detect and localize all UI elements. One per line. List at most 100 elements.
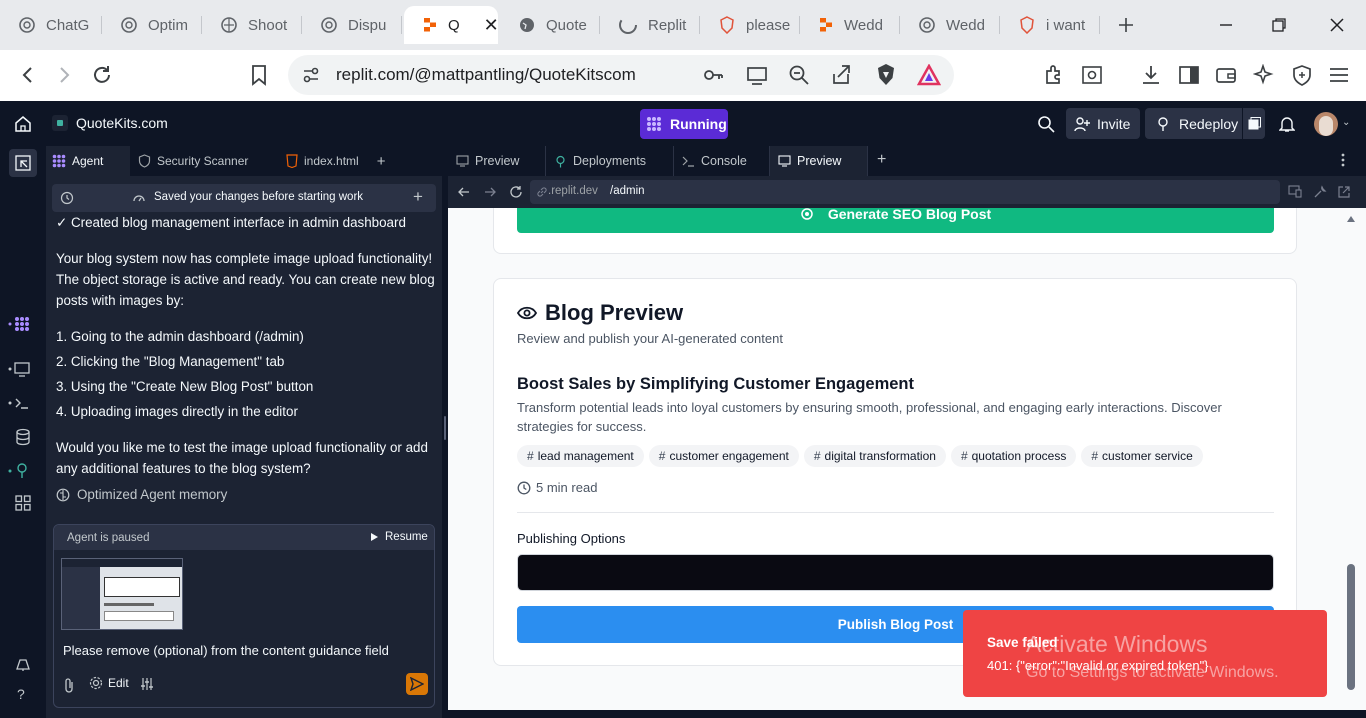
tag-chip: # quotation process (950, 445, 1077, 467)
memory-note: Optimized Agent memory (56, 484, 436, 505)
reload-icon[interactable] (509, 185, 523, 199)
browser-tab[interactable]: Shoot (202, 6, 302, 44)
tab-deployments[interactable]: Deployments (546, 146, 674, 176)
browser-tab[interactable]: Wedd (900, 6, 1000, 44)
extensions-icon[interactable] (1041, 62, 1067, 88)
tab-preview-active[interactable]: Preview (770, 146, 868, 176)
brave-rewards-icon[interactable] (916, 62, 942, 88)
browser-tab[interactable]: Optim (102, 6, 202, 44)
close-icon[interactable]: ✕ (484, 15, 498, 36)
redeploy-button[interactable]: Redeploy (1145, 108, 1242, 139)
agent-nav-icon[interactable] (8, 316, 30, 332)
console-nav-icon[interactable] (8, 395, 30, 411)
wallet-icon[interactable] (1213, 62, 1239, 88)
search-icon[interactable] (1033, 111, 1059, 137)
memory-note-text: Optimized Agent memory (77, 487, 228, 502)
apps-grid-icon[interactable] (15, 495, 31, 511)
settings-sliders-icon[interactable] (140, 677, 154, 691)
history-icon[interactable] (60, 191, 74, 205)
site-settings-icon[interactable] (298, 62, 324, 88)
sidebar-icon[interactable] (1176, 62, 1202, 88)
avatar[interactable] (1314, 112, 1338, 136)
publishing-options-select[interactable] (517, 554, 1274, 591)
browser-tab[interactable]: ChatG (0, 6, 102, 44)
message-input[interactable]: Please remove (optional) from the conten… (63, 643, 389, 658)
tab-console[interactable]: Console (674, 146, 770, 176)
preview-scrollbar[interactable] (1345, 208, 1357, 710)
toggle-panel-icon[interactable] (9, 149, 37, 177)
cast-icon[interactable] (744, 62, 770, 88)
chatgpt-icon (120, 16, 138, 34)
chat-line: ✓ Created blog management interface in a… (56, 215, 406, 230)
leo-ai-icon[interactable] (1251, 62, 1277, 88)
browser-tab[interactable]: please (700, 6, 800, 44)
preview-tab-bar: Preview Deployments Console Preview + (448, 146, 1366, 176)
home-icon[interactable] (10, 111, 36, 137)
generate-seo-button[interactable]: Generate SEO Blog Post (517, 208, 1274, 233)
gear-icon (89, 676, 103, 690)
bookmark-icon[interactable] (246, 62, 272, 88)
help-icon[interactable]: ? (17, 686, 25, 702)
browser-tab[interactable]: Replit (600, 6, 700, 44)
new-tab-button[interactable] (1111, 10, 1141, 40)
browser-tab[interactable]: Wedd (800, 6, 900, 44)
add-tab-icon[interactable]: + (877, 151, 886, 169)
open-external-icon[interactable] (1337, 185, 1351, 199)
browser-tab-active[interactable]: Q ✕ (404, 6, 498, 44)
minimize-button[interactable] (1211, 10, 1241, 40)
replit-agent-icon (646, 116, 662, 132)
preview-nav-icon[interactable] (8, 361, 30, 377)
zoom-icon[interactable] (786, 62, 812, 88)
deployments-nav-icon[interactable] (8, 462, 30, 480)
browser-tab-strip: ChatG Optim Shoot Dispu Q ✕ Quote Replit… (0, 0, 1366, 50)
restore-button[interactable] (1264, 10, 1294, 40)
alert-icon[interactable] (15, 656, 31, 672)
address-bar[interactable]: replit.com/@mattpantling/QuoteKitscom (288, 55, 954, 95)
resume-button[interactable]: Resume (370, 531, 428, 543)
project-selector[interactable]: QuoteKits.com (46, 109, 174, 137)
preview-url-bar[interactable]: .replit.dev /admin (530, 180, 1280, 204)
close-window-button[interactable] (1322, 10, 1352, 40)
replit-agent-icon (52, 154, 66, 168)
back-arrow-icon[interactable] (15, 62, 41, 88)
hash-icon: # (813, 449, 821, 463)
invite-button[interactable]: Invite (1066, 108, 1140, 139)
browser-tab[interactable]: Dispu (302, 6, 402, 44)
reload-icon[interactable] (89, 62, 115, 88)
paused-bar: Agent is paused Resume (54, 525, 434, 550)
back-arrow-icon[interactable] (458, 186, 470, 198)
wrench-icon[interactable] (1313, 185, 1327, 199)
run-status-button[interactable]: Running (640, 109, 728, 139)
browser-tab[interactable]: Quote (500, 6, 600, 44)
attached-screenshot-thumbnail[interactable] (61, 558, 183, 630)
tab-security-scanner[interactable]: Security Scanner (132, 146, 280, 176)
tag-list: # lead management # customer engagement # d… (517, 445, 1208, 467)
deploy-options-button[interactable] (1243, 108, 1265, 139)
forward-arrow-icon[interactable] (51, 62, 77, 88)
screenshot-icon[interactable] (1079, 62, 1105, 88)
error-toast[interactable]: Save failed 401: {"error":"Invalid or ex… (963, 610, 1327, 697)
edit-button[interactable]: Edit (89, 676, 129, 690)
more-options-icon[interactable] (1341, 153, 1345, 167)
tab-preview[interactable]: Preview (448, 146, 546, 176)
forward-arrow-icon[interactable] (484, 186, 496, 198)
menu-icon[interactable] (1326, 62, 1352, 88)
terminal-icon (682, 155, 695, 167)
key-icon[interactable] (700, 62, 726, 88)
database-icon[interactable] (15, 428, 31, 446)
downloads-icon[interactable] (1138, 62, 1164, 88)
browser-tab[interactable]: i want (1000, 6, 1100, 44)
chevron-down-icon[interactable]: ⌄ (1342, 117, 1350, 128)
brave-shields-icon[interactable] (873, 62, 899, 88)
tab-agent[interactable]: Agent (46, 146, 130, 176)
tab-index-html[interactable]: index.html + (280, 146, 400, 176)
bell-icon[interactable] (1274, 111, 1300, 137)
vpn-icon[interactable] (1289, 62, 1315, 88)
expand-icon[interactable]: + (413, 187, 423, 207)
send-button[interactable] (406, 673, 428, 695)
browser-tab-label: Wedd (946, 16, 985, 34)
paperclip-icon[interactable] (63, 677, 75, 693)
add-tab-icon[interactable]: + (377, 153, 386, 170)
share-icon[interactable] (828, 62, 854, 88)
devices-icon[interactable] (1288, 185, 1302, 198)
